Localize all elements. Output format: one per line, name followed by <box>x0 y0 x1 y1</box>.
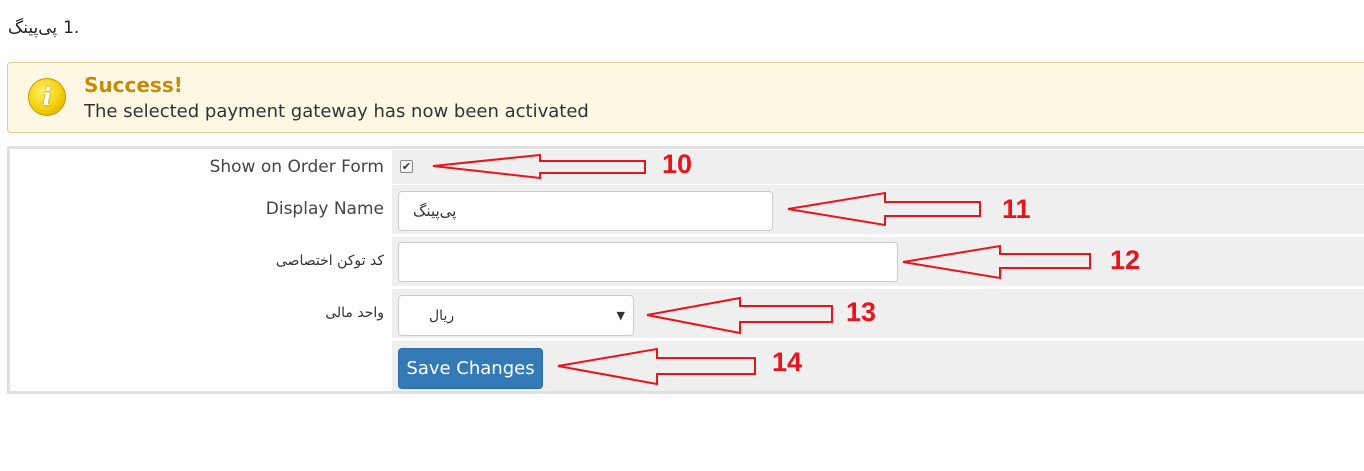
show-on-order-form-field: ✔ <box>392 149 1364 184</box>
alert-title: Success! <box>84 73 183 97</box>
token-label: کد توکن اختصاصی <box>275 253 384 269</box>
actions-label-spacer <box>10 340 384 391</box>
annotation-label-12: 12 <box>1110 245 1141 275</box>
heading-title: پی‌پینگ <box>8 18 58 38</box>
currency-selected-value: ریال <box>429 307 455 324</box>
actions-field: Save Changes <box>392 340 1364 391</box>
info-icon: i <box>28 78 66 116</box>
gateway-heading: پی‌پینگ 1. <box>8 18 79 38</box>
show-on-order-form-label: Show on Order Form <box>209 156 384 177</box>
row-currency: واحد مالی ریال ▼ <box>10 288 1364 338</box>
currency-select[interactable]: ریال ▼ <box>398 295 634 336</box>
display-name-field: پی‌پینگ <box>392 184 1364 234</box>
display-name-input[interactable]: پی‌پینگ <box>398 191 773 231</box>
gateway-settings-form: Show on Order Form ✔ Display Name پی‌پین… <box>7 146 1364 394</box>
success-alert: i Success! The selected payment gateway … <box>7 62 1364 133</box>
display-name-value: پی‌پینگ <box>413 202 457 220</box>
annotation-label-13: 13 <box>846 297 877 327</box>
heading-number: 1. <box>63 18 80 38</box>
annotation-label-11: 11 <box>1002 194 1031 224</box>
save-changes-button[interactable]: Save Changes <box>398 348 543 389</box>
token-field <box>392 236 1364 286</box>
alert-message: The selected payment gateway has now bee… <box>84 101 589 122</box>
currency-label: واحد مالی <box>325 305 384 321</box>
display-name-label: Display Name <box>265 199 384 219</box>
row-actions: Save Changes <box>10 340 1364 391</box>
currency-field: ریال ▼ <box>392 288 1364 338</box>
annotation-label-10: 10 <box>662 149 693 179</box>
show-on-order-form-checkbox[interactable]: ✔ <box>400 160 413 173</box>
chevron-down-icon: ▼ <box>616 309 625 322</box>
row-display-name: Display Name پی‌پینگ <box>10 184 1364 234</box>
token-input[interactable] <box>398 242 898 282</box>
row-token: کد توکن اختصاصی <box>10 236 1364 286</box>
annotation-label-14: 14 <box>772 347 803 377</box>
